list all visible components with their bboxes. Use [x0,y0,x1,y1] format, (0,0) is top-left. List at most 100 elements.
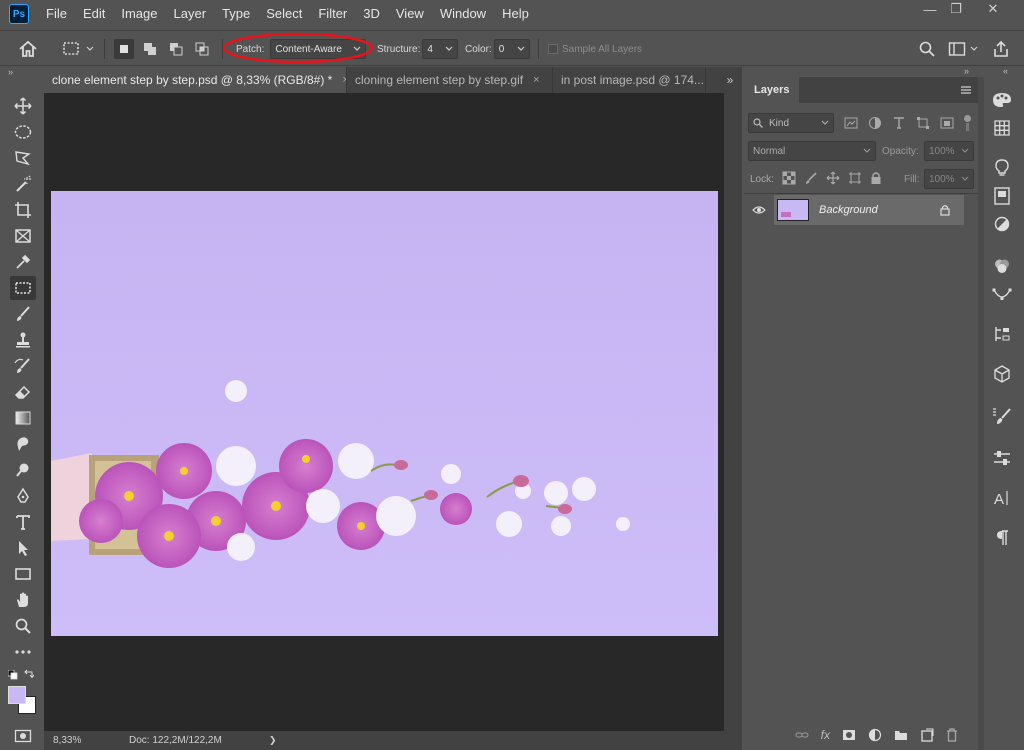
tool-preset-picker[interactable] [62,31,94,67]
rectangle-tool[interactable] [10,562,36,586]
blend-mode-select[interactable]: Normal [748,141,876,161]
new-selection-button[interactable] [114,39,134,59]
sample-all-layers-checkbox[interactable] [548,44,558,54]
lock-artboard-icon[interactable] [848,171,862,185]
zoom-level[interactable]: 8,33% [53,735,107,746]
new-group-icon[interactable] [894,729,908,741]
workspace-switcher[interactable] [948,31,978,67]
visibility-eye-icon[interactable] [752,205,766,215]
panel-scrollbar[interactable] [978,77,984,750]
pixel-filter-icon[interactable] [844,117,858,129]
menu-file[interactable]: File [38,0,75,28]
adjustment-layer-icon[interactable] [868,728,882,742]
dodge-tool[interactable] [10,458,36,482]
libraries-panel-button[interactable] [991,185,1013,207]
add-selection-button[interactable] [140,39,160,59]
gradient-tool[interactable] [10,406,36,430]
close-window-button[interactable]: ✕ [975,0,1011,18]
paragraph-panel-button[interactable] [991,527,1013,549]
clone-stamp-tool[interactable] [10,328,36,352]
menu-view[interactable]: View [388,0,432,28]
history-panel-button[interactable] [991,323,1013,345]
menu-filter[interactable]: Filter [310,0,355,28]
menu-select[interactable]: Select [258,0,310,28]
lock-transparency-icon[interactable] [782,171,796,185]
patch-mode-select[interactable]: Content-Aware [270,39,367,59]
menu-help[interactable]: Help [494,0,537,28]
layer-filter-select[interactable]: Kind [748,113,834,133]
frame-tool[interactable] [10,224,36,248]
adjustments-panel-button[interactable] [991,213,1013,235]
canvas-area[interactable] [44,93,724,731]
vertical-scrollbar[interactable] [724,93,742,731]
opacity-field[interactable]: 100% [924,141,974,161]
magic-wand-tool[interactable] [10,172,36,196]
path-selection-tool[interactable] [10,536,36,560]
tab-layers[interactable]: Layers [744,77,800,103]
menu-type[interactable]: Type [214,0,258,28]
structure-select[interactable]: 4 [422,39,459,59]
intersect-selection-button[interactable] [192,39,212,59]
channels-panel-button[interactable] [991,255,1013,277]
panel-menu-icon[interactable] [960,77,972,103]
close-tab-icon[interactable]: × [533,74,539,86]
filter-toggle[interactable] [964,115,971,131]
fill-field[interactable]: 100% [924,169,974,189]
more-tabs-icon[interactable]: » [718,67,742,93]
pen-tool[interactable] [10,484,36,508]
menu-image[interactable]: Image [113,0,165,28]
brush-settings-panel-button[interactable] [991,405,1013,427]
toolbar-collapse-icon[interactable]: » [8,67,13,77]
type-filter-icon[interactable] [892,116,906,130]
move-tool[interactable] [10,94,36,118]
character-panel-button[interactable]: A [991,487,1013,509]
edit-toolbar-button[interactable] [10,640,36,664]
properties-3d-panel-button[interactable] [991,363,1013,385]
home-button[interactable] [18,31,38,67]
swap-colors-icon[interactable] [24,669,34,679]
swatches-panel-button[interactable] [991,117,1013,139]
layer-style-icon[interactable]: fx [821,728,830,742]
restore-button[interactable]: ❐ [938,0,974,18]
tab-cloning-element-gif[interactable]: cloning element step by step.gif × [347,67,553,93]
type-tool[interactable] [10,510,36,534]
shape-filter-icon[interactable] [916,116,930,130]
document-canvas[interactable] [51,191,718,636]
lock-pixels-icon[interactable] [804,171,818,185]
adjustment-filter-icon[interactable] [868,116,882,130]
status-menu-arrow[interactable]: ❯ [269,735,277,746]
search-button[interactable] [918,31,936,67]
learn-panel-button[interactable] [991,157,1013,179]
menu-edit[interactable]: Edit [75,0,113,28]
dock-collapse-icon[interactable]: « [1003,66,1008,76]
crop-tool[interactable] [10,198,36,222]
layer-row[interactable]: Background [774,195,964,225]
brush-tool[interactable] [10,302,36,326]
panel-collapse-icon[interactable]: » [964,66,969,76]
patch-tool[interactable] [10,276,36,300]
menu-layer[interactable]: Layer [166,0,215,28]
lock-position-icon[interactable] [826,171,840,185]
zoom-tool[interactable] [10,614,36,638]
tab-clone-element[interactable]: clone element step by step.psd @ 8,33% (… [44,67,347,93]
default-colors-icon[interactable] [8,670,18,680]
lock-all-icon[interactable] [870,171,882,185]
eraser-tool[interactable] [10,380,36,404]
smudge-tool[interactable] [10,432,36,456]
quick-mask-button[interactable] [10,724,36,748]
layer-mask-icon[interactable] [842,729,856,741]
tab-in-post-image[interactable]: in post image.psd @ 174... [553,67,706,93]
foreground-color-swatch[interactable] [8,686,26,704]
color-panel-button[interactable] [991,89,1013,111]
elliptical-marquee-tool[interactable] [10,120,36,144]
new-layer-icon[interactable] [920,728,934,742]
delete-layer-icon[interactable] [946,728,958,742]
paths-panel-button[interactable] [991,283,1013,305]
menu-3d[interactable]: 3D [355,0,388,28]
smart-object-filter-icon[interactable] [940,116,954,130]
hand-tool[interactable] [10,588,36,612]
share-button[interactable] [992,31,1010,67]
history-brush-tool[interactable] [10,354,36,378]
link-layers-icon[interactable] [795,730,809,740]
eyedropper-tool[interactable] [10,250,36,274]
